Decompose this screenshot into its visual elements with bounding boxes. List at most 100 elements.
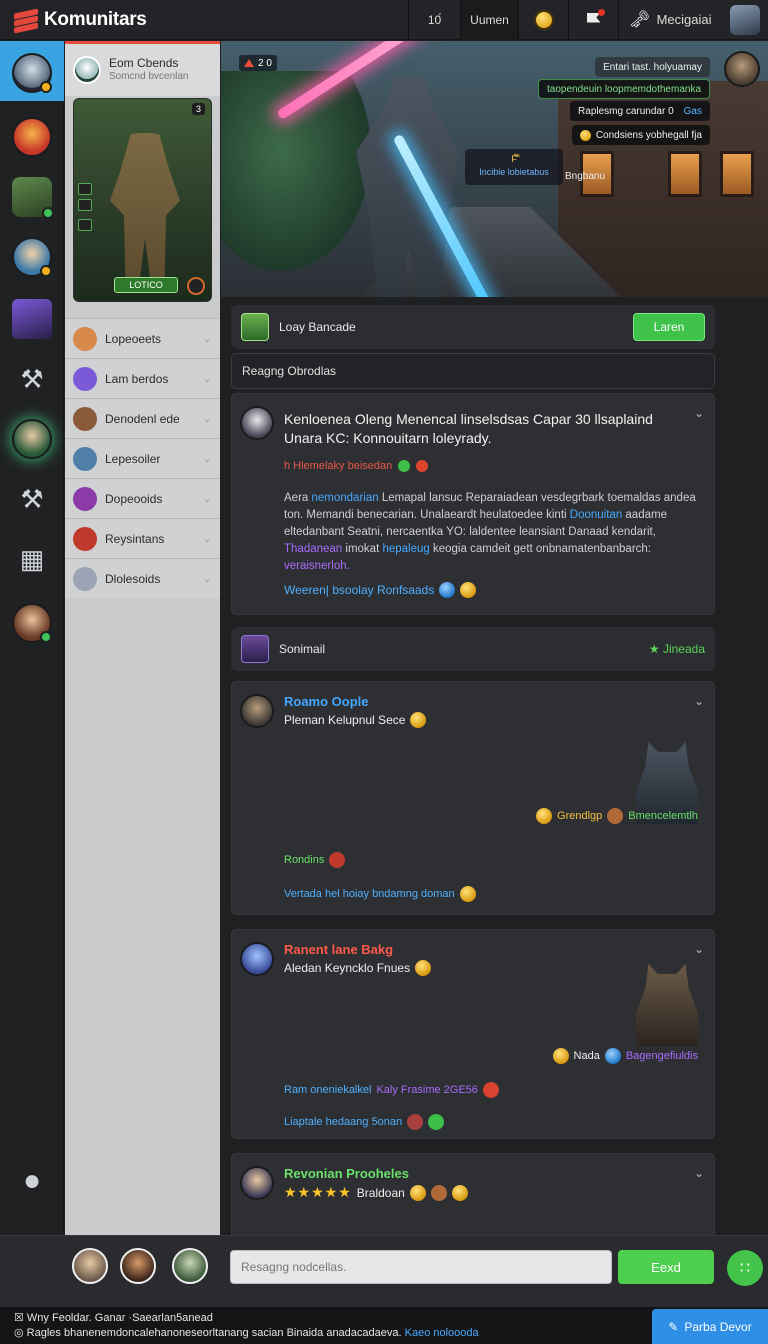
card-corner-icon[interactable] [187,277,205,295]
rail-avatar-active[interactable] [12,53,52,93]
fire-icon [329,852,346,868]
chevron-down-icon[interactable]: ⌄ [694,942,704,956]
star-link[interactable]: ★ Jineada [649,642,705,656]
rail-avatar-red[interactable] [12,117,52,157]
category-label: Lam berdos [105,371,169,386]
apps-icon[interactable]: ∷ [727,1250,763,1286]
post-title: Kenloenea Oleng Menencal linselsdsas Cap… [284,411,653,446]
category-list: Lopeoeets ⌄ Lam berdos ⌄ Denodenl ede ⌄ Lep… [65,318,220,598]
post-author[interactable]: Ranent lane Bakg [284,942,393,957]
learn-button[interactable]: Laren [633,313,705,341]
composer-avatar[interactable] [120,1248,156,1284]
post-card[interactable]: ⌄ Kenloenea Oleng Menencal linselsdsas C… [231,393,715,615]
banner-pill: Condsiens yobhegall fja [571,125,710,145]
card-mini-icon [78,219,92,231]
left-rail: ⚒ ⚒ ▦ ● [0,41,64,1235]
post-line[interactable]: Vertada hel hoiay bndamng doman [284,886,476,902]
post-card[interactable]: ⌄ Roamo Oople Pleman Kelupnul Sece Grend… [231,681,715,915]
post-avatar[interactable] [240,1166,274,1200]
tool-icon[interactable]: ⚒ [16,483,48,515]
chevron-down-icon[interactable]: ⌄ [694,1166,704,1180]
game-icon [241,635,269,663]
game-icon [241,313,269,341]
category-item[interactable]: Dlolesoids ⌄ [65,558,220,598]
category-icon [73,526,97,551]
category-item[interactable]: Denodenl ede ⌄ [65,398,220,438]
category-item[interactable]: Dopeooids ⌄ [65,478,220,518]
post-link[interactable]: Weeren| bsoolay Ronfsaads [284,582,477,598]
footer-button[interactable]: ✎ Parba Devor [652,1309,768,1344]
section-title: Sonimail [279,642,326,656]
soldier-figure [110,133,180,283]
rail-avatar-forest[interactable] [12,177,54,219]
profile-header[interactable]: Eom Cbends Somcnd bvcenlan [65,44,220,96]
category-item[interactable]: Lam berdos ⌄ [65,358,220,398]
category-item[interactable]: Reysintans ⌄ [65,518,220,558]
card-tag: 3 [191,103,205,115]
user-menu[interactable]: 🗝 Mecigaiai [618,0,768,40]
category-icon [73,326,97,351]
post-tag: h Hlemelaky beisedan [284,460,429,472]
globe-icon [439,582,456,598]
post-card[interactable]: ⌄ Revonian Prooheles ★★★★★ Braldoan [231,1153,715,1235]
brand-logo-icon [14,7,38,34]
user-name: Mecigaiai [656,12,712,27]
app-title: Komunitars [44,8,147,30]
category-item[interactable]: Lepesoiler ⌄ [65,438,220,478]
post-author[interactable]: Revonian Prooheles [284,1166,409,1181]
category-item[interactable]: Lopeoeets ⌄ [65,318,220,358]
post-avatar[interactable] [240,942,274,976]
building-icon[interactable]: ▦ [16,543,48,575]
coin-button[interactable] [518,0,568,40]
user-avatar[interactable] [730,4,760,35]
post-avatar[interactable] [240,694,274,728]
banner-avatar[interactable] [724,51,760,87]
coin-icon [536,808,553,824]
category-label: Reysintans [105,531,165,546]
composer-avatar[interactable] [72,1248,108,1284]
post-author[interactable]: Roamo Oople [284,694,369,709]
post-subtitle: Aledan Keyncklo Fnues [284,960,432,976]
search-row[interactable]: Reagng Obrodlas [231,353,715,389]
flag-button[interactable] [568,0,618,40]
rail-avatar-glow[interactable] [12,419,52,459]
card-mini-icon [78,199,92,211]
message-input[interactable]: Resagng nodcellas. [230,1250,612,1284]
category-label: Denodenl ede [105,411,180,426]
footer-line: ◎ Ragles bhanenemdoncalehanoneseorltanan… [14,1327,479,1339]
smile-icon [410,712,427,728]
post-line: Ram oneniekalkel Kaly Frasime 2GE56 [284,1082,499,1098]
top-menu-button[interactable]: Uumen [460,0,518,40]
send-button[interactable]: Eexd [618,1250,714,1284]
hero-banner[interactable]: 2 0 Entari tast. holyuamay taopendeuin l… [221,41,768,297]
post-avatar[interactable] [240,406,274,440]
banner-overlay: F́̂̃̄̅̆ Incibie lobietabus [465,149,563,185]
chevron-down-icon[interactable]: ⌄ [694,406,704,420]
red-dot-icon [416,460,429,472]
coin-icon [533,9,554,30]
overlay-bottom: Incibie lobietabus [479,167,549,177]
category-icon [73,446,97,471]
composer-avatar[interactable] [172,1248,208,1284]
rail-avatar-blue[interactable] [12,237,52,277]
flag-icon [586,8,605,29]
footer-link[interactable]: Kaeo noloooda [405,1327,479,1339]
rail-avatar-purple[interactable] [12,299,52,339]
footer: ☒ Wny Feoldar. Ganar ·Saearlan5anead ◎ R… [0,1307,768,1344]
footer-line: ☒ Wny Feoldar. Ganar ·Saearlan5anead [14,1312,213,1324]
top-count[interactable]: 10́ [408,0,460,40]
category-label: Lepesoiler [105,451,161,466]
card-button[interactable]: LOTICO [114,277,178,293]
chevron-down-icon: ⌄ [202,453,212,465]
post-subtitle: ★★★★★ Braldoan [284,1184,468,1201]
brand[interactable]: Komunitars [0,0,408,40]
rail-avatar-bottom[interactable] [12,603,52,643]
smile-icon [459,886,476,902]
post-card[interactable]: ⌄ Ranent lane Bakg Aledan Keyncklo Fnues… [231,929,715,1139]
wrench-icon[interactable]: ⚒ [16,363,48,395]
featured-card[interactable]: 3 LOTICO [73,98,212,302]
chevron-down-icon[interactable]: ⌄ [694,694,704,708]
chat-bubble-icon[interactable]: ● [16,1164,48,1197]
character-thumbnail[interactable] [636,964,698,1046]
post-line[interactable]: Liaptale hedaang 5onan [284,1114,445,1130]
